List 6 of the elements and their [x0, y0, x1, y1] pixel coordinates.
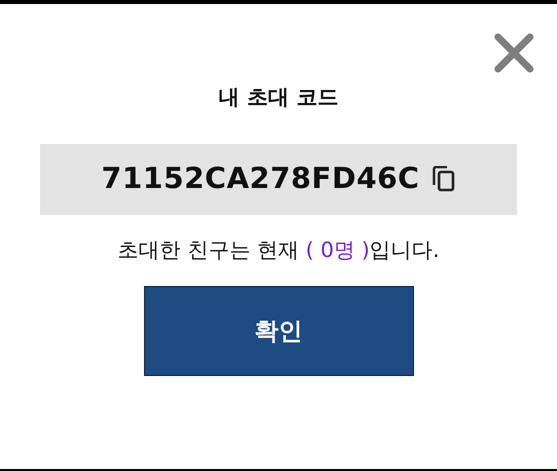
dialog-title: 내 초대 코드 [218, 84, 338, 111]
copy-icon[interactable] [432, 166, 456, 192]
invite-count-message: 초대한 친구는 현재 ( 0명 )입니다. [118, 236, 440, 264]
close-icon[interactable] [493, 32, 535, 74]
invite-code: 71152CA278FD46C [101, 160, 420, 198]
confirm-button[interactable]: 확인 [144, 286, 414, 376]
